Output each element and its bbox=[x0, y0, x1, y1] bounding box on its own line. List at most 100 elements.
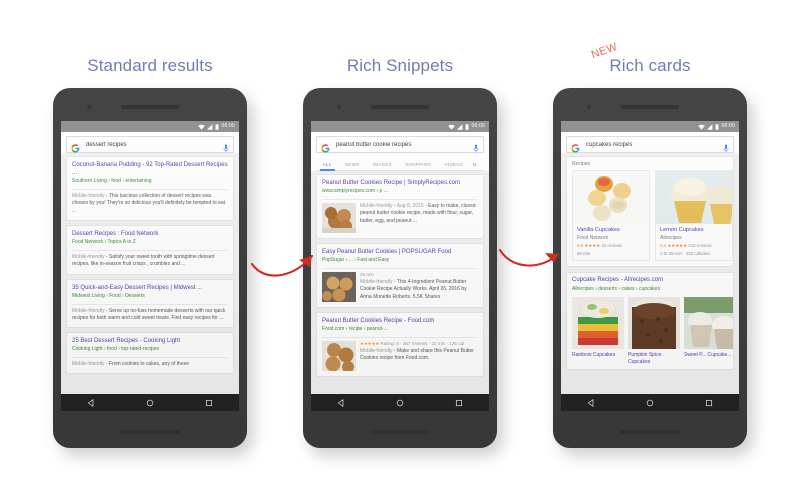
search-result-item[interactable]: 25 Best Dessert Recipes - Cooking Light … bbox=[66, 332, 234, 375]
result-snippet: Mobile-friendly - From cookies to cakes,… bbox=[72, 361, 190, 368]
curved-arrow-icon-2 bbox=[498, 236, 568, 285]
search-input-1[interactable]: dessert recipes bbox=[86, 142, 223, 148]
result-title[interactable]: Dessert Recipes : Food Network bbox=[72, 230, 228, 238]
wifi-icon bbox=[198, 124, 206, 130]
result-title[interactable]: Easy Peanut Butter Cookies | POPSUGAR Fo… bbox=[322, 248, 478, 256]
rich-card-image bbox=[573, 171, 649, 224]
result-snippet: Mobile-friendly - This 4-Ingredient Pean… bbox=[360, 279, 467, 300]
result-title[interactable]: 25 Best Dessert Recipes - Cooking Light bbox=[72, 337, 228, 345]
host-card-image bbox=[572, 297, 624, 350]
search-result-item[interactable]: Peanut Butter Cookies Recipe | SimplyRec… bbox=[316, 174, 484, 240]
host-card-item[interactable]: Pumpkin Spice Cupcakes bbox=[628, 297, 680, 365]
search-result-item[interactable]: Easy Peanut Butter Cookies | POPSUGAR Fo… bbox=[316, 243, 484, 309]
google-search-bar-2[interactable]: peanut butter cookie recipes bbox=[316, 136, 484, 153]
front-camera-icon bbox=[587, 105, 591, 109]
result-url: Food Network › Topics A to Z bbox=[72, 239, 136, 246]
results-list-2: Peanut Butter Cookies Recipe | SimplyRec… bbox=[311, 171, 489, 411]
earpiece-speaker bbox=[621, 105, 679, 109]
result-divider bbox=[72, 303, 228, 305]
rich-card-info: Lemon Cupcakes Allrecipes 4.4 ★★★★★ 216 … bbox=[656, 224, 732, 260]
result-title[interactable]: 35 Quick-and-Easy Dessert Recipes | Midw… bbox=[72, 284, 228, 292]
status-bar-clock: 06:00 bbox=[721, 123, 735, 129]
android-home-icon[interactable] bbox=[396, 399, 404, 407]
search-tabs: ALL NEWS IMAGES SHOPPING VIDEOS M... bbox=[316, 156, 484, 171]
rich-card-item[interactable]: Vanilla Cupcakes Food Network 3.6 ★★★★ 4… bbox=[572, 170, 650, 262]
host-carousel-panel: Cupcake Recipes - Allrecipes.com Allreci… bbox=[566, 272, 734, 371]
android-recents-icon[interactable] bbox=[205, 399, 213, 407]
result-snippet: Mobile-friendly - Serve up no-fuss homem… bbox=[72, 307, 226, 321]
search-input-3[interactable]: cupcakes recipes bbox=[586, 142, 723, 148]
signal-icon bbox=[707, 123, 713, 130]
rating-value: 3.6 bbox=[577, 243, 584, 249]
search-result-item[interactable]: 35 Quick-and-Easy Dessert Recipes | Midw… bbox=[66, 278, 234, 329]
mobile-friendly-badge: Mobile-friendly bbox=[360, 279, 393, 286]
result-rating-text: Rating: 5 · 367 reviews · 22 min · 126 c… bbox=[380, 341, 465, 347]
phone-chin-bar bbox=[620, 430, 680, 434]
result-title[interactable]: Coconut-Banana Pudding - 92 Top-Rated De… bbox=[72, 161, 228, 177]
google-search-bar-1[interactable]: dessert recipes bbox=[66, 136, 234, 153]
wifi-icon bbox=[698, 124, 706, 130]
host-result-header[interactable]: Cupcake Recipes - Allrecipes.com Allreci… bbox=[567, 277, 733, 295]
result-snippet: Mobile-friendly - Make and share this Pe… bbox=[360, 348, 474, 362]
tab-all[interactable]: ALL bbox=[316, 162, 338, 171]
search-result-item[interactable]: Dessert Recipes : Food Network Food Netw… bbox=[66, 224, 234, 275]
search-result-item[interactable]: Peanut Butter Cookies Recipe - Food.com … bbox=[316, 312, 484, 378]
host-result-title[interactable]: Cupcake Recipes - Allrecipes.com bbox=[572, 277, 728, 285]
mobile-friendly-badge: Mobile-friendly bbox=[72, 361, 105, 368]
rich-card-title[interactable]: Lemon Cupcakes bbox=[660, 227, 728, 234]
search-result-item[interactable]: Coconut-Banana Pudding - 92 Top-Rated De… bbox=[66, 156, 234, 221]
phone-chin-bar bbox=[370, 430, 430, 434]
android-home-icon[interactable] bbox=[146, 399, 154, 407]
android-home-icon[interactable] bbox=[646, 399, 654, 407]
column-heading-3: Rich cards bbox=[609, 56, 691, 75]
result-divider bbox=[322, 199, 478, 201]
google-search-bar-3[interactable]: cupcakes recipes bbox=[566, 136, 734, 153]
result-url: Midwest Living › Food › Desserts bbox=[72, 292, 145, 299]
rating-reviews: 42 reviews bbox=[601, 243, 623, 249]
host-card-item[interactable]: Rainbow Cupcakes bbox=[572, 297, 624, 365]
host-result-url: Allrecipes › desserts › cakes › cupcakes bbox=[572, 286, 661, 293]
result-title[interactable]: Peanut Butter Cookies Recipe | SimplyRec… bbox=[322, 179, 478, 187]
host-carousel-row[interactable]: Rainbow Cupcakes Pumpkin Spice Cupcakes … bbox=[567, 295, 733, 365]
rich-card-rating: 3.6 ★★★★ 42 reviews bbox=[577, 243, 645, 249]
host-card-item[interactable]: Sweet P... Cupcake... bbox=[684, 297, 733, 365]
android-back-icon[interactable] bbox=[87, 398, 95, 407]
host-card-caption[interactable]: Pumpkin Spice Cupcakes bbox=[628, 352, 680, 365]
rich-card-title[interactable]: Vanilla Cupcakes bbox=[577, 227, 645, 234]
tab-videos[interactable]: VIDEOS bbox=[438, 162, 470, 170]
tab-shopping[interactable]: SHOPPING bbox=[399, 162, 438, 170]
result-thumbnail bbox=[322, 203, 356, 234]
tab-news[interactable]: NEWS bbox=[338, 162, 366, 170]
result-cook-time: 25 min bbox=[360, 272, 374, 278]
battery-icon bbox=[465, 123, 469, 130]
android-back-icon[interactable] bbox=[337, 398, 345, 407]
front-camera-icon bbox=[87, 105, 91, 109]
rich-card-time: 1 hr 25 min · 232 calories bbox=[660, 251, 710, 257]
status-bar-2: 06:00 bbox=[311, 121, 489, 132]
result-title[interactable]: Peanut Butter Cookies Recipe - Food.com bbox=[322, 317, 478, 325]
microphone-icon[interactable] bbox=[223, 140, 229, 153]
phone-screen-2: 06:00 peanut butter cookie recipes ALL N… bbox=[311, 121, 489, 411]
phone-screen-1: 06:00 dessert recipes Coconut-Banana Pud… bbox=[61, 121, 239, 411]
android-back-icon[interactable] bbox=[587, 398, 595, 407]
result-divider bbox=[72, 357, 228, 359]
host-card-image bbox=[628, 297, 680, 350]
rich-card-item[interactable]: Lemon Cupcakes Allrecipes 4.4 ★★★★★ 216 … bbox=[655, 170, 733, 262]
column-standard-results: Standard results 06:00 dessert recipes C… bbox=[25, 0, 275, 500]
android-recents-icon[interactable] bbox=[455, 399, 463, 407]
android-nav-bar-1 bbox=[61, 394, 239, 411]
carousel-row[interactable]: Vanilla Cupcakes Food Network 3.6 ★★★★ 4… bbox=[567, 170, 733, 262]
host-card-caption[interactable]: Rainbow Cupcakes bbox=[572, 352, 624, 359]
tab-images[interactable]: IMAGES bbox=[366, 162, 399, 170]
microphone-icon[interactable] bbox=[473, 140, 479, 153]
android-recents-icon[interactable] bbox=[705, 399, 713, 407]
tab-more[interactable]: M... bbox=[470, 162, 484, 170]
rating-stars: ★★★★★ bbox=[667, 243, 688, 249]
host-card-image bbox=[684, 297, 733, 350]
microphone-icon[interactable] bbox=[723, 140, 729, 153]
search-input-2[interactable]: peanut butter cookie recipes bbox=[336, 142, 473, 148]
host-card-caption[interactable]: Sweet P... Cupcake... bbox=[684, 352, 733, 359]
result-rating-line: ★★★★★ Rating: 5 · 367 reviews · 22 min ·… bbox=[360, 341, 478, 348]
result-divider bbox=[322, 268, 478, 270]
phone-mockup-1: 06:00 dessert recipes Coconut-Banana Pud… bbox=[53, 88, 247, 448]
